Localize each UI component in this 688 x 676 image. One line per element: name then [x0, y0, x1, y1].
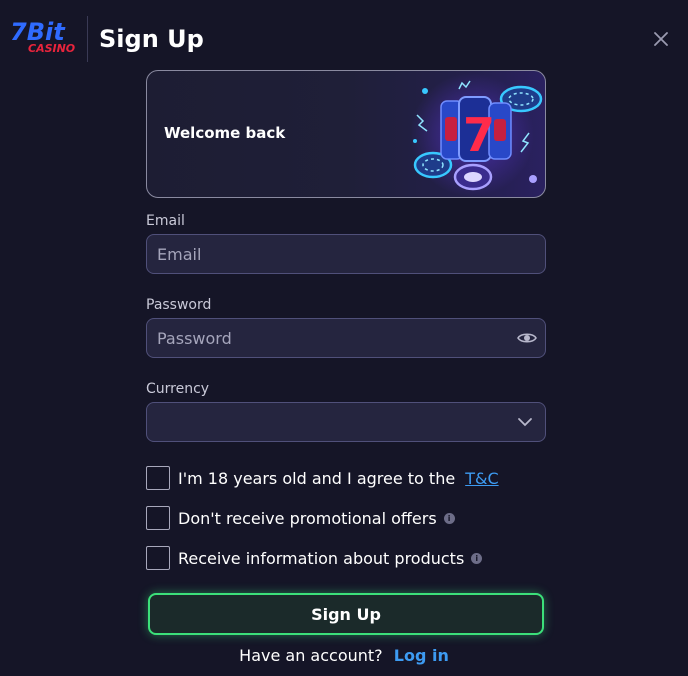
eye-icon[interactable] [517, 330, 537, 346]
close-button[interactable] [650, 28, 672, 50]
terms-link[interactable]: T&C [465, 469, 498, 488]
banner-text: Welcome back [164, 124, 286, 142]
sign-up-button[interactable]: Sign Up [148, 593, 544, 635]
products-row: Receive information about products i [146, 546, 483, 570]
age-terms-checkbox[interactable] [146, 466, 170, 490]
page-title: Sign Up [99, 25, 204, 53]
info-icon[interactable]: i [443, 512, 455, 524]
promo-checkbox[interactable] [146, 506, 170, 530]
svg-text:7: 7 [463, 108, 495, 162]
slot-machine-illustration: 7 [410, 73, 543, 197]
header-divider [87, 16, 88, 62]
modal-header: 7Bit CASINO Sign Up [0, 0, 688, 78]
login-prompt: Have an account? Log in [0, 646, 688, 665]
products-checkbox[interactable] [146, 546, 170, 570]
password-input[interactable] [146, 318, 546, 358]
currency-label: Currency [146, 381, 210, 397]
promo-label: Don't receive promotional offers [178, 508, 437, 528]
close-icon [654, 32, 668, 46]
login-prompt-text: Have an account? [239, 646, 383, 665]
signup-modal: 7Bit CASINO Sign Up Welcome back 7 Email… [0, 0, 688, 676]
email-input[interactable] [146, 234, 546, 274]
password-label: Password [146, 297, 212, 313]
brand-logo: 7Bit CASINO [10, 18, 75, 55]
logo-text-bottom: CASINO [28, 42, 75, 55]
info-icon[interactable]: i [471, 552, 483, 564]
promo-row: Don't receive promotional offers i [146, 506, 455, 530]
email-label: Email [146, 213, 185, 229]
age-terms-row: I'm 18 years old and I agree to the T&C [146, 466, 499, 490]
log-in-link[interactable]: Log in [394, 646, 449, 665]
currency-select[interactable] [146, 402, 546, 442]
products-label: Receive information about products [178, 548, 465, 568]
age-terms-label: I'm 18 years old and I agree to the [178, 468, 456, 488]
chevron-down-icon [518, 418, 532, 427]
welcome-banner: Welcome back 7 [146, 70, 546, 198]
